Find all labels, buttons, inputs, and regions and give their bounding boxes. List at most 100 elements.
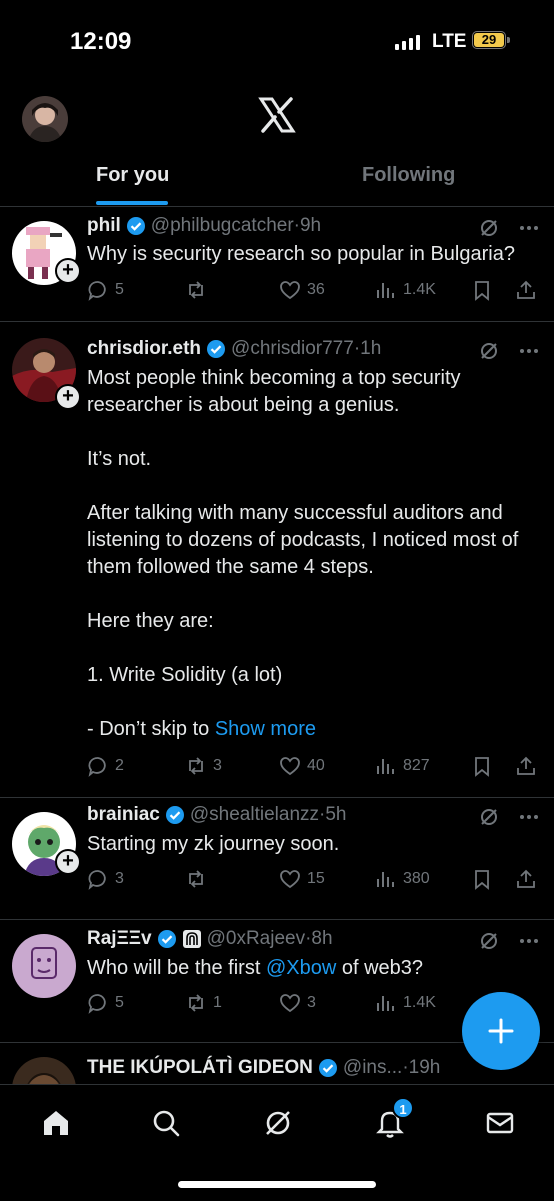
follow-button[interactable]: + <box>55 849 81 875</box>
repost-count: 3 <box>213 757 222 774</box>
more-options-icon[interactable] <box>518 806 540 828</box>
share-icon <box>517 280 535 299</box>
reply-button[interactable]: 5 <box>87 279 124 301</box>
post[interactable]: + chrisdior.eth @chrisdior777 · 1h Most … <box>0 322 554 798</box>
views-count: 1.4K <box>403 281 436 298</box>
verified-badge-icon <box>165 806 184 824</box>
nav-home[interactable] <box>36 1103 76 1143</box>
views-button[interactable]: 1.4K <box>375 992 436 1014</box>
repost-button[interactable] <box>185 868 213 890</box>
post-actions: 5 36 1.4K <box>87 279 537 305</box>
plus-icon <box>488 1018 514 1044</box>
share-icon <box>517 869 535 888</box>
author-handle[interactable]: @chrisdior777 <box>231 338 354 360</box>
author-handle[interactable]: @philbugcatcher <box>151 215 294 237</box>
post-time[interactable]: 8h <box>311 928 332 950</box>
battery-icon: 29 <box>472 31 510 49</box>
reply-count: 5 <box>115 281 124 298</box>
affiliate-badge-icon <box>182 930 201 948</box>
author-handle[interactable]: @0xRajeev <box>207 928 306 950</box>
author-handle[interactable]: @ins... <box>343 1057 402 1079</box>
post-text-line: It’s not. <box>87 448 152 470</box>
bookmark-button[interactable] <box>471 755 493 777</box>
verified-badge-icon <box>318 1059 337 1077</box>
like-button[interactable]: 40 <box>279 755 325 777</box>
post-time[interactable]: 9h <box>300 215 321 237</box>
repost-button[interactable] <box>185 279 213 301</box>
views-icon <box>377 759 394 774</box>
nav-grok[interactable] <box>258 1103 298 1143</box>
reply-button[interactable]: 3 <box>87 868 124 890</box>
nav-notifications[interactable]: 1 <box>370 1097 414 1143</box>
like-button[interactable]: 36 <box>279 279 325 301</box>
views-button[interactable]: 1.4K <box>375 279 436 301</box>
nav-messages[interactable] <box>480 1103 520 1143</box>
search-icon <box>153 1110 180 1137</box>
show-more-link[interactable]: Show more <box>215 718 316 740</box>
more-options-icon[interactable] <box>518 340 540 362</box>
like-button[interactable]: 3 <box>279 992 316 1014</box>
tab-following[interactable]: Following <box>362 164 455 187</box>
status-bar: 12:09 LTE 29 <box>0 0 554 80</box>
post-time[interactable]: 1h <box>360 338 381 360</box>
author-name[interactable]: THE IKÚPOLÁTÌ GIDEON <box>87 1057 313 1079</box>
grok-icon[interactable] <box>478 806 500 828</box>
views-icon <box>377 872 394 887</box>
bookmark-button[interactable] <box>471 868 493 890</box>
post-text: Starting my zk journey soon. <box>87 831 542 858</box>
share-button[interactable] <box>515 868 537 890</box>
post[interactable]: + brainiac @shealtielanzz · 5h Starting … <box>0 798 554 920</box>
author-name[interactable]: chrisdior.eth <box>87 338 201 360</box>
post-time[interactable]: 5h <box>325 804 346 826</box>
more-options-icon[interactable] <box>518 217 540 239</box>
status-time: 12:09 <box>70 28 132 55</box>
post-time[interactable]: 19h <box>409 1057 441 1079</box>
avatar[interactable] <box>12 934 76 998</box>
more-options-icon[interactable] <box>518 930 540 952</box>
views-button[interactable]: 380 <box>375 868 430 890</box>
bookmark-icon <box>475 870 489 890</box>
post-actions: 2 3 40 827 <box>87 755 537 781</box>
follow-button[interactable]: + <box>55 258 81 284</box>
grok-icon[interactable] <box>478 340 500 362</box>
post-text-line: Here they are: <box>87 610 214 632</box>
grok-icon[interactable] <box>478 930 500 952</box>
home-icon <box>44 1111 68 1135</box>
share-button[interactable] <box>515 279 537 301</box>
reply-count: 5 <box>115 994 124 1011</box>
repost-icon <box>189 870 203 888</box>
compose-button[interactable] <box>462 992 540 1070</box>
mention-link[interactable]: @Xbow <box>266 957 336 979</box>
follow-button[interactable]: + <box>55 384 81 410</box>
bookmark-button[interactable] <box>471 279 493 301</box>
reply-button[interactable]: 5 <box>87 992 124 1014</box>
profile-avatar[interactable] <box>22 96 68 142</box>
bookmark-icon <box>475 281 489 301</box>
tab-for-you[interactable]: For you <box>96 164 169 187</box>
post-text: Who will be the first @Xbow of web3? <box>87 955 542 982</box>
author-name[interactable]: RajΞΞv <box>87 928 152 950</box>
views-button[interactable]: 827 <box>375 755 430 777</box>
nav-search[interactable] <box>146 1103 186 1143</box>
reply-count: 3 <box>115 870 124 887</box>
share-button[interactable] <box>515 755 537 777</box>
author-name[interactable]: phil <box>87 215 121 237</box>
heart-icon <box>280 994 300 1013</box>
like-count: 40 <box>307 757 325 774</box>
like-button[interactable]: 15 <box>279 868 325 890</box>
views-count: 380 <box>403 870 430 887</box>
like-count: 3 <box>307 994 316 1011</box>
author-name[interactable]: brainiac <box>87 804 160 826</box>
grok-icon[interactable] <box>478 217 500 239</box>
x-logo-icon[interactable] <box>258 96 296 134</box>
timeline[interactable]: + phil @philbugcatcher · 9h Why is secur… <box>0 207 554 1084</box>
notification-badge: 1 <box>392 1097 414 1119</box>
grok-icon <box>266 1111 290 1135</box>
repost-button[interactable]: 1 <box>185 992 222 1014</box>
avatar[interactable] <box>12 1057 76 1084</box>
reply-button[interactable]: 2 <box>87 755 124 777</box>
author-handle[interactable]: @shealtielanzz <box>190 804 319 826</box>
repost-button[interactable]: 3 <box>185 755 222 777</box>
post-text-line: Starting my zk journey soon. <box>87 833 340 855</box>
post[interactable]: + phil @philbugcatcher · 9h Why is secur… <box>0 207 554 322</box>
